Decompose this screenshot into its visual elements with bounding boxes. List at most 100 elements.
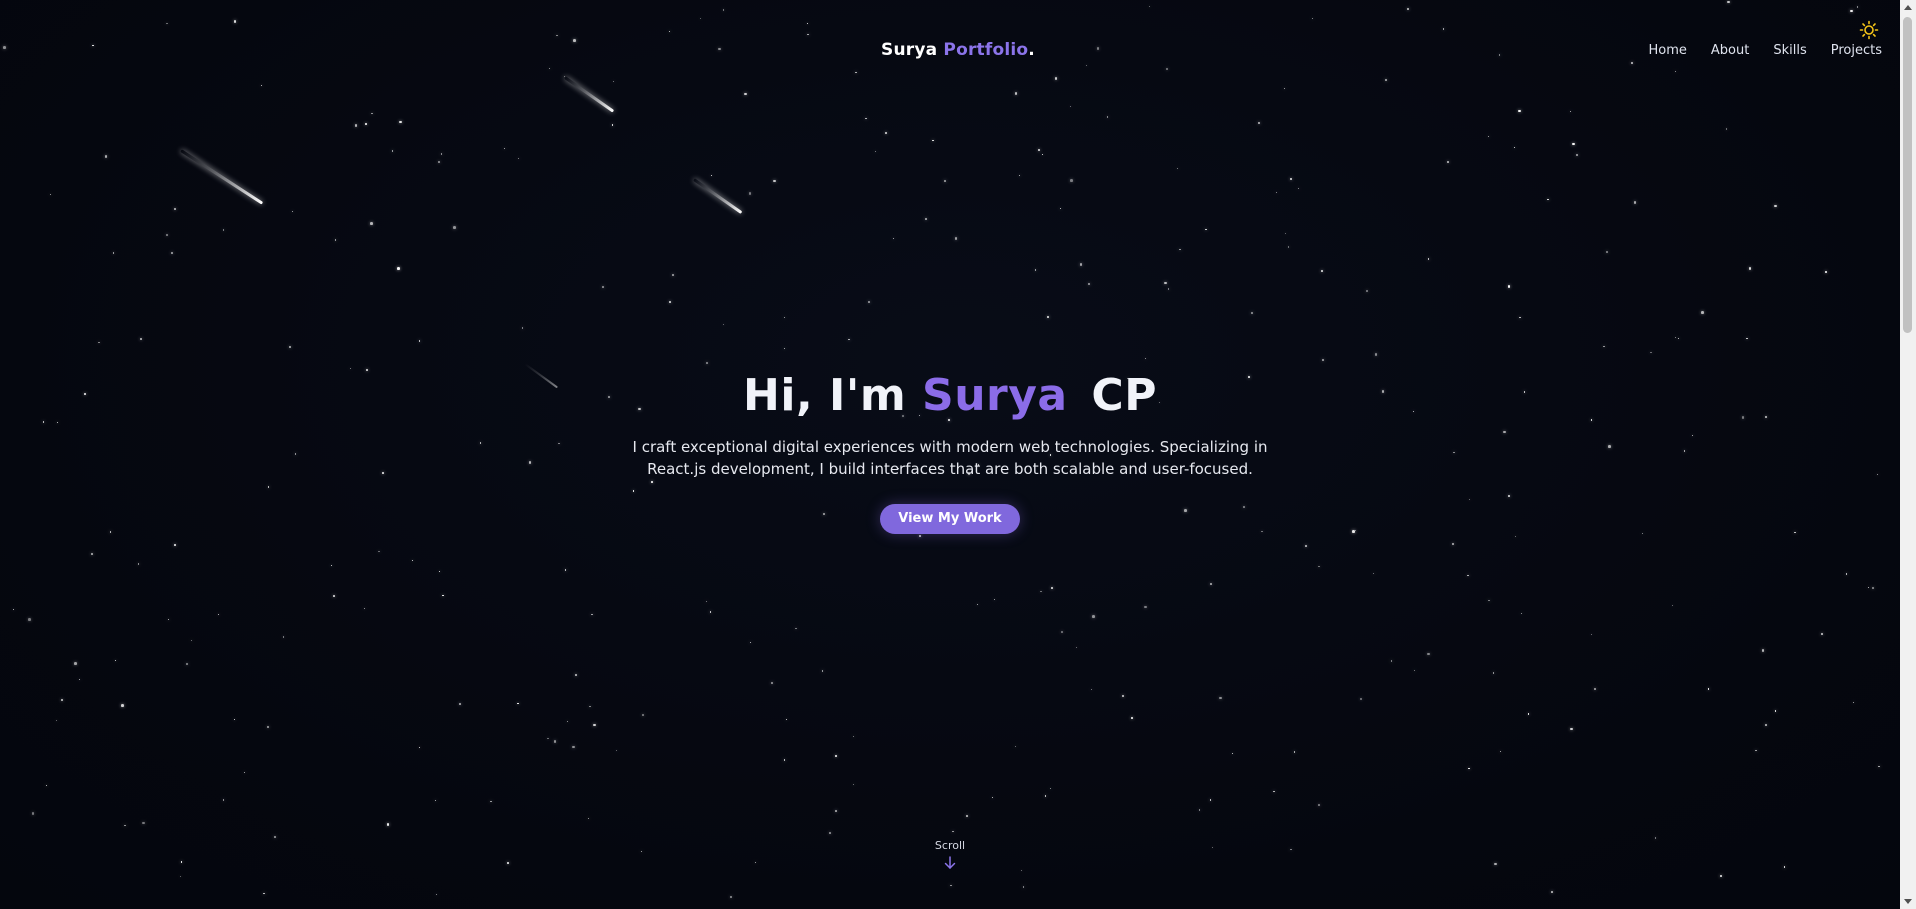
star-dot xyxy=(503,147,505,149)
star-dot xyxy=(363,608,365,610)
scroll-label: Scroll xyxy=(934,839,966,852)
star-dot xyxy=(1320,269,1323,272)
view-my-work-button[interactable]: View My Work xyxy=(880,504,1020,534)
star-dot xyxy=(593,723,596,727)
star-dot xyxy=(1167,288,1170,290)
star-dot xyxy=(755,861,757,863)
star-dot xyxy=(1845,573,1848,575)
star-dot xyxy=(3,46,6,49)
star-dot xyxy=(490,800,493,803)
star-dot xyxy=(1725,127,1728,130)
star-dot xyxy=(1825,271,1827,273)
star-dot xyxy=(950,885,952,887)
star-dot xyxy=(1091,689,1093,691)
star-dot xyxy=(1442,27,1445,30)
star-dot xyxy=(1014,92,1018,95)
star-dot xyxy=(588,705,591,708)
star-dot xyxy=(45,784,48,787)
star-dot xyxy=(1051,587,1053,589)
hero-description: I craft exceptional digital experiences … xyxy=(632,438,1268,478)
star-dot xyxy=(868,300,870,303)
star-dot xyxy=(1748,267,1752,270)
star-dot xyxy=(1520,613,1523,615)
star-dot xyxy=(1144,605,1147,609)
star-dot xyxy=(233,718,235,721)
star-dot xyxy=(591,613,593,615)
star-dot xyxy=(440,152,443,155)
star-dot xyxy=(60,698,64,702)
star-dot xyxy=(977,603,979,606)
star-dot xyxy=(1079,263,1083,266)
star-dot xyxy=(773,179,776,183)
star-dot xyxy=(1518,109,1521,113)
site-logo[interactable]: Surya Portfolio. xyxy=(881,40,1035,60)
star-dot xyxy=(418,340,421,342)
star-dot xyxy=(1468,768,1470,770)
star-dot xyxy=(556,34,558,37)
star-dot xyxy=(699,17,702,20)
star-dot xyxy=(121,704,124,707)
scroll-up-arrow-icon[interactable] xyxy=(1904,5,1912,10)
star-dot xyxy=(574,673,577,676)
star-dot xyxy=(1018,174,1021,176)
star-dot xyxy=(1576,154,1578,156)
star-dot xyxy=(98,341,100,344)
star-dot xyxy=(1494,862,1497,866)
star-dot xyxy=(1500,751,1502,753)
nav-link-home[interactable]: Home xyxy=(1649,43,1687,58)
star-dot xyxy=(1284,232,1286,234)
star-dot xyxy=(386,823,390,826)
page-scrollbar[interactable] xyxy=(1900,0,1916,909)
star-dot xyxy=(1086,64,1088,66)
star-dot xyxy=(1507,285,1511,288)
star-dot xyxy=(1297,187,1300,190)
nav-link-about[interactable]: About xyxy=(1711,43,1749,58)
star-dot xyxy=(1452,543,1454,545)
star-dot xyxy=(1606,251,1609,253)
star-dot xyxy=(1047,316,1050,319)
star-dot xyxy=(807,22,809,24)
star-dot xyxy=(1821,633,1823,636)
star-dot xyxy=(573,39,576,42)
star-dot xyxy=(31,812,35,815)
star-dot xyxy=(1590,633,1592,636)
star-dot xyxy=(1390,660,1393,662)
star-dot xyxy=(1287,246,1289,248)
star-dot xyxy=(549,68,551,70)
star-dot xyxy=(572,745,575,749)
star-dot xyxy=(848,339,850,341)
star-dot xyxy=(49,193,52,196)
star-dot xyxy=(992,796,994,799)
page: Surya Portfolio. Home About Skills Proje… xyxy=(0,0,1916,909)
star-dot xyxy=(1205,228,1207,231)
star-dot xyxy=(1211,846,1213,848)
star-dot xyxy=(865,117,867,120)
sun-icon xyxy=(1859,20,1879,40)
star-dot xyxy=(771,682,774,685)
star-dot xyxy=(1041,153,1043,155)
nav-link-skills[interactable]: Skills xyxy=(1773,43,1806,58)
nav-link-projects[interactable]: Projects xyxy=(1831,43,1882,58)
logo-first-word: Surya xyxy=(881,40,938,60)
star-dot xyxy=(517,157,520,160)
star-dot xyxy=(1878,765,1881,768)
star-dot xyxy=(1633,201,1637,204)
star-dot xyxy=(994,599,996,601)
star-dot xyxy=(1107,116,1109,118)
star-dot xyxy=(179,875,182,877)
star-dot xyxy=(1209,799,1212,802)
scroll-indicator[interactable]: Scroll xyxy=(900,839,1000,870)
star-dot xyxy=(1755,749,1757,752)
star-dot xyxy=(104,155,108,158)
star-dot xyxy=(1856,6,1858,8)
star-dot xyxy=(1165,67,1169,71)
star-dot xyxy=(1121,694,1125,698)
star-dot xyxy=(722,324,724,326)
main-nav: Home About Skills Projects xyxy=(1649,43,1882,58)
theme-toggle-button[interactable] xyxy=(1859,20,1879,40)
scrollbar-thumb[interactable] xyxy=(1903,17,1912,333)
star-dot xyxy=(669,300,671,303)
star-dot xyxy=(1231,752,1234,755)
scroll-down-arrow-icon[interactable] xyxy=(1904,899,1912,904)
star-dot xyxy=(453,226,456,229)
